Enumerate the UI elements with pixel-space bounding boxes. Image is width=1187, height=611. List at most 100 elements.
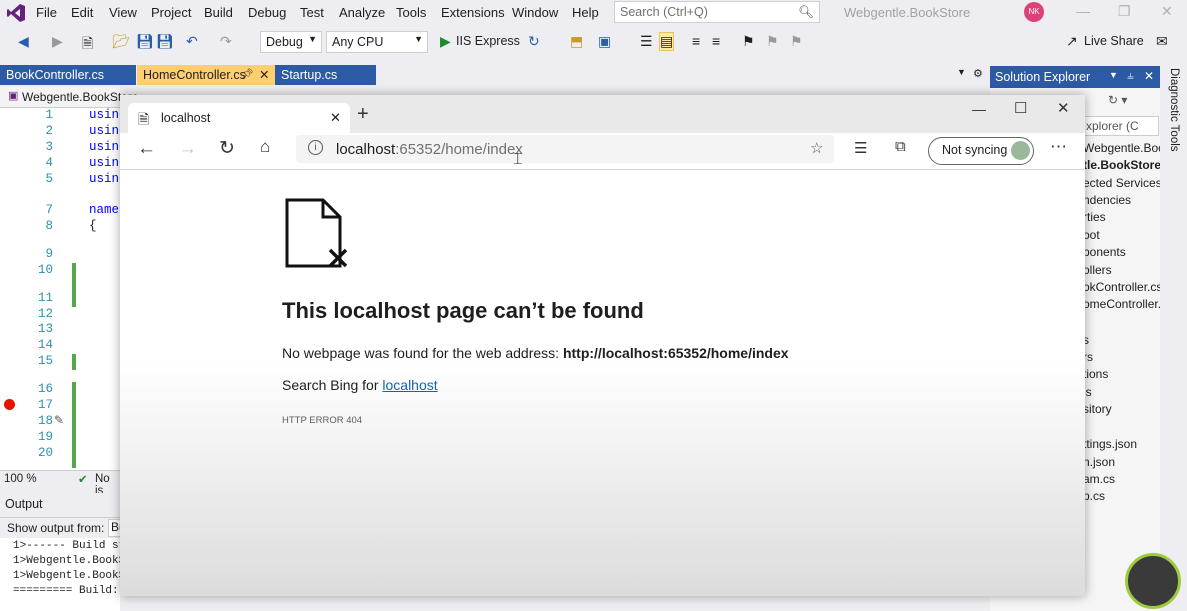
menu-edit[interactable]: Edit <box>71 5 93 20</box>
tab-overflow-icon[interactable]: ▼ <box>957 67 966 77</box>
info-icon[interactable]: i <box>308 140 323 155</box>
browser-tab[interactable]: 🗎︎ localhost ✕ <box>128 103 350 133</box>
align-icon[interactable]: ≡ <box>692 33 700 49</box>
tree-item[interactable]: ollers <box>1083 263 1112 277</box>
refresh-icon[interactable]: ↻ <box>528 33 540 50</box>
close-icon[interactable]: ✕ <box>1161 3 1173 20</box>
indent-icon[interactable]: ≡ <box>712 33 720 49</box>
save-icon[interactable]: 💾︎ <box>136 33 154 50</box>
next-bookmark-icon[interactable]: ⚑ <box>790 33 803 50</box>
redo-icon[interactable]: ↷ <box>220 33 232 50</box>
menu-tools[interactable]: Tools <box>396 5 426 20</box>
tree-item[interactable]: p.cs <box>1083 489 1105 503</box>
forward-icon[interactable]: → <box>178 138 197 160</box>
settings-gear-icon[interactable]: ⚙ <box>973 67 983 80</box>
restore-icon[interactable]: ❐ <box>1118 3 1131 20</box>
tree-item[interactable]: oot <box>1083 228 1100 242</box>
chevron-down-icon[interactable]: ▼ <box>1109 70 1118 80</box>
collections-icon[interactable]: ⧉ <box>895 138 906 155</box>
line-number: 12 <box>37 307 53 321</box>
tree-item[interactable]: am.cs <box>1083 472 1115 486</box>
show-output-label: Show output from: <box>7 521 105 535</box>
favorites-list-icon[interactable]: ☰ <box>854 139 867 157</box>
tree-item[interactable]: sitory <box>1083 402 1112 416</box>
tab-startup[interactable]: Startup.cs <box>275 65 376 85</box>
prev-bookmark-icon[interactable]: ⚑ <box>766 33 779 50</box>
maximize-icon[interactable]: ☐ <box>1014 99 1027 117</box>
live-share-button[interactable]: Live Share <box>1084 34 1144 48</box>
run-target-button[interactable]: IIS Express <box>456 34 520 48</box>
tab-close-icon[interactable]: ✕ <box>330 110 341 126</box>
browser-link-icon[interactable]: ⬒ <box>570 33 583 50</box>
minimize-icon[interactable]: — <box>972 101 986 117</box>
menu-extensions[interactable]: Extensions <box>441 5 505 20</box>
solution-search-box[interactable]: xplorer (C <box>1083 116 1159 136</box>
tree-item[interactable]: omeController.c <box>1083 297 1167 311</box>
menu-project[interactable]: Project <box>151 5 191 20</box>
zoom-level[interactable]: 100 % <box>4 473 37 485</box>
diagnostic-tools-tab[interactable]: Diagnostic Tools <box>1168 68 1180 152</box>
minimize-icon[interactable]: — <box>1076 3 1090 19</box>
more-options-icon[interactable]: ⋯ <box>1050 137 1067 157</box>
close-icon[interactable]: ✕ <box>1057 99 1070 117</box>
tree-item[interactable]: okController.cs <box>1083 280 1162 294</box>
new-tab-icon[interactable]: + <box>357 104 369 124</box>
tree-item[interactable]: ndencies <box>1083 193 1131 207</box>
config-dropdown[interactable]: Debug ▼ <box>260 31 322 53</box>
line-number: 1 <box>45 108 53 122</box>
close-icon[interactable]: ✕ <box>1144 69 1154 83</box>
forward-nav-icon[interactable]: ▶ <box>52 33 63 50</box>
run-icon[interactable]: ▶ <box>440 33 451 50</box>
search-bing-link[interactable]: localhost <box>382 377 437 393</box>
tab-bookcontroller[interactable]: BookController.cs <box>0 65 136 85</box>
line-number: 14 <box>37 338 53 352</box>
address-bar[interactable]: i localhost:65352/home/index ☆ <box>296 135 834 163</box>
feedback-icon[interactable]: ✉ <box>1156 33 1168 50</box>
open-folder-icon[interactable]: 📂︎ <box>112 33 130 50</box>
tree-item[interactable]: rties <box>1083 210 1106 224</box>
step-icon[interactable]: ☰ <box>640 33 653 50</box>
tree-item[interactable]: ected Services <box>1083 176 1162 190</box>
favorite-star-icon[interactable]: ☆ <box>810 139 823 157</box>
new-project-icon[interactable]: 🗎︎ <box>82 33 93 57</box>
menu-analyze[interactable]: Analyze <box>339 5 385 20</box>
history-icon[interactable]: ↻ ▾ <box>1108 93 1127 107</box>
breakpoint-icon[interactable] <box>4 399 15 410</box>
menu-test[interactable]: Test <box>300 5 324 20</box>
tree-item[interactable]: ttings.json <box>1083 437 1137 451</box>
tree-item[interactable]: tle.BookStore <box>1083 158 1161 172</box>
menu-window[interactable]: Window <box>512 5 558 20</box>
tree-item[interactable]: tions <box>1083 367 1108 381</box>
platform-value: Any CPU <box>332 35 384 49</box>
profile-sync-button[interactable]: Not syncing <box>928 137 1034 165</box>
tab-homecontroller[interactable]: HomeController.cs 📌︎ ✕ <box>137 65 279 85</box>
back-nav-icon[interactable]: ◀ <box>18 33 29 50</box>
menu-build[interactable]: Build <box>204 5 233 20</box>
platform-dropdown[interactable]: Any CPU ▼ <box>326 31 428 53</box>
tab-close-icon[interactable]: ✕ <box>259 65 269 85</box>
menu-help[interactable]: Help <box>572 5 599 20</box>
pin-icon[interactable]: 📌︎ <box>241 65 254 85</box>
bookmark-icon[interactable]: ⚑ <box>742 33 755 50</box>
change-marker <box>72 354 76 370</box>
menu-debug[interactable]: Debug <box>248 5 286 20</box>
tree-item[interactable]: ponents <box>1083 245 1126 259</box>
screen-icon[interactable]: ▣ <box>598 33 611 50</box>
line-number: 5 <box>45 172 53 186</box>
menu-view[interactable]: View <box>109 5 137 20</box>
home-icon[interactable]: ⌂ <box>260 137 270 157</box>
layout-toggle-icon[interactable]: ▤ <box>658 32 675 51</box>
back-icon[interactable]: ← <box>137 138 156 160</box>
pin-icon[interactable]: ⫨ <box>1127 68 1134 83</box>
line-number: 3 <box>45 140 53 154</box>
vs-search-box[interactable]: Search (Ctrl+Q) 🔍︎ <box>614 1 820 23</box>
avatar[interactable]: NK <box>1024 2 1044 22</box>
menu-file[interactable]: File <box>36 5 57 20</box>
error-title: This localhost page can’t be found <box>282 298 644 323</box>
save-all-icon[interactable]: 💾︎ <box>156 33 174 50</box>
project-icon: ▣ <box>8 90 19 102</box>
live-share-icon[interactable]: ↗ <box>1066 33 1078 50</box>
undo-icon[interactable]: ↶ <box>186 33 198 50</box>
tree-item[interactable]: n.json <box>1083 455 1115 469</box>
refresh-icon[interactable]: ↻ <box>219 137 235 160</box>
